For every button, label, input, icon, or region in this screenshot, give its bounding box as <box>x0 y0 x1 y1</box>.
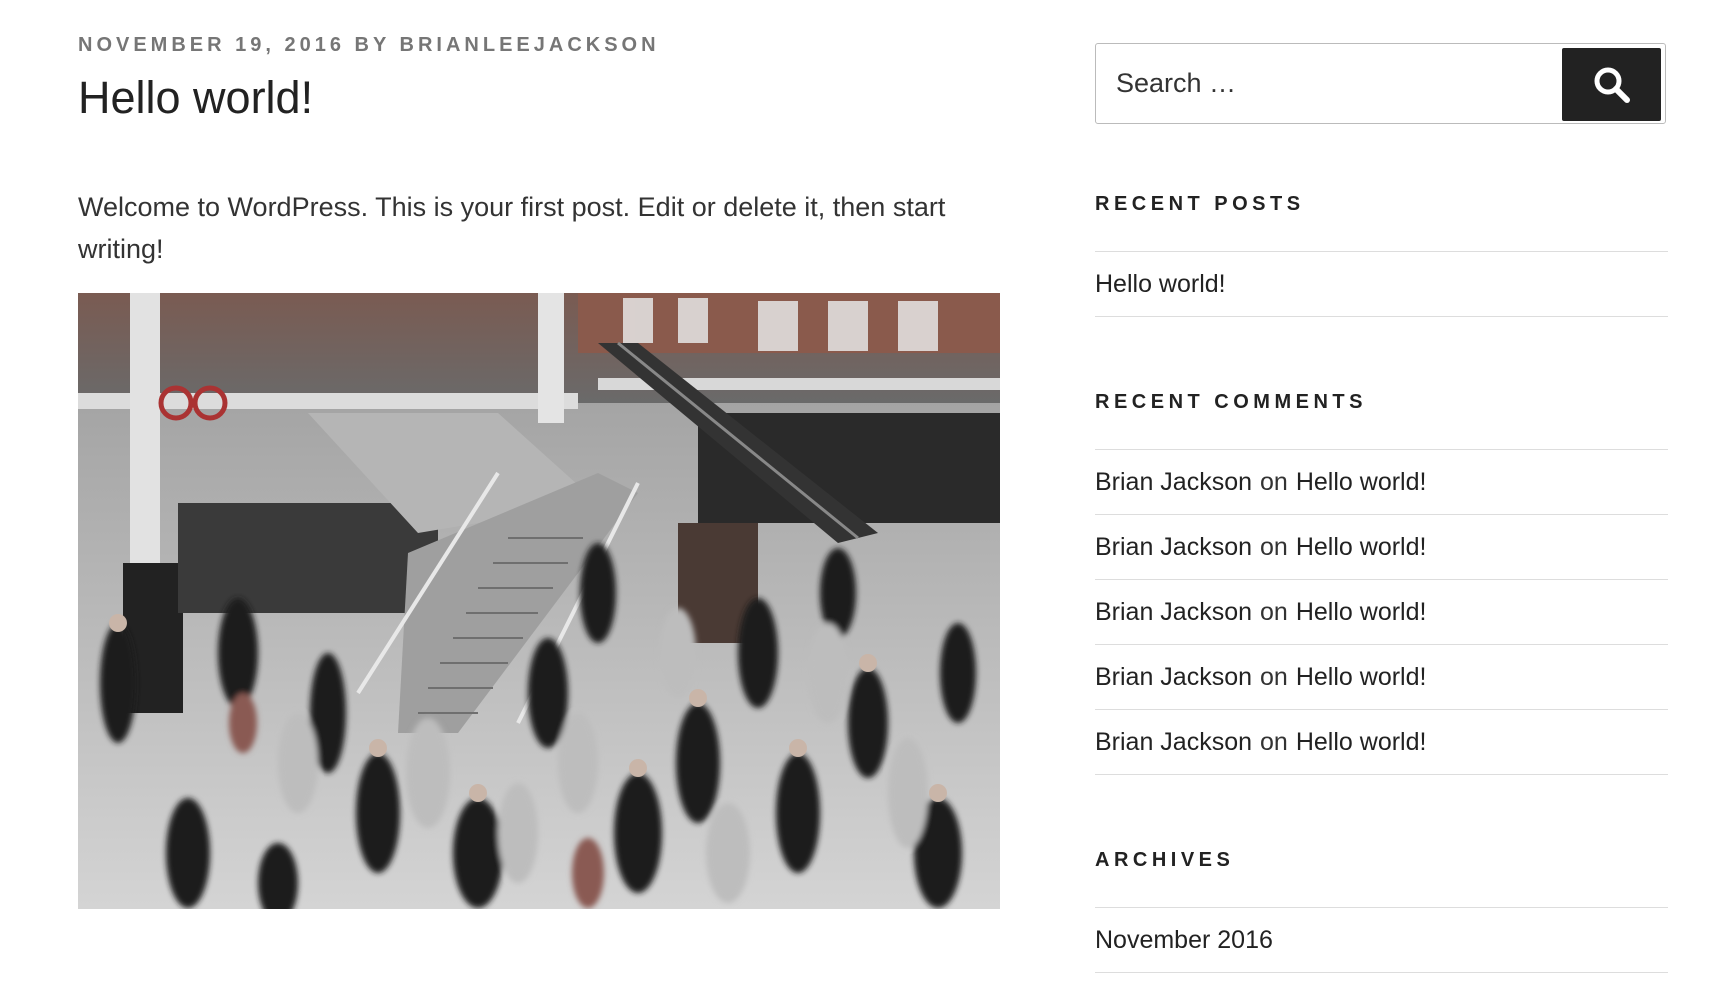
search-icon <box>1594 67 1630 103</box>
post-body: Welcome to WordPress. This is your first… <box>78 192 946 264</box>
search-button[interactable] <box>1562 48 1661 121</box>
list-item: November 2016 <box>1095 908 1668 973</box>
comment-post-link[interactable]: Hello world! <box>1296 598 1427 627</box>
list-item: Hello world! <box>1095 252 1668 317</box>
post-author-link[interactable]: brianleejackson <box>400 34 660 56</box>
comment-on-text: on <box>1260 532 1288 561</box>
comment-on-text: on <box>1260 662 1288 691</box>
comment-on-text: on <box>1260 597 1288 626</box>
archives-list: November 2016 <box>1095 907 1668 973</box>
post-date[interactable]: November 19, 2016 <box>78 34 345 56</box>
comment-on-text: on <box>1260 727 1288 756</box>
recent-posts-widget: Recent Posts Hello world! <box>1095 189 1668 317</box>
post-title: Hello world! <box>78 72 314 123</box>
sidebar: Recent Posts Hello world! Recent Comment… <box>1095 43 1668 973</box>
comment-post-link[interactable]: Hello world! <box>1296 663 1427 692</box>
comment-post-link[interactable]: Hello world! <box>1296 728 1427 757</box>
archives-title: Archives <box>1095 849 1235 871</box>
comment-on-text: on <box>1260 467 1288 496</box>
search-input[interactable] <box>1096 44 1556 123</box>
comment-author-link[interactable]: Brian Jackson <box>1095 468 1252 497</box>
recent-posts-title: Recent Posts <box>1095 193 1305 215</box>
recent-posts-list: Hello world! <box>1095 251 1668 317</box>
list-item: Brian Jackson on Hello world! <box>1095 515 1668 580</box>
comment-author-link[interactable]: Brian Jackson <box>1095 533 1252 562</box>
recent-comments-widget: Recent Comments Brian Jackson on Hello w… <box>1095 387 1668 775</box>
list-item: Brian Jackson on Hello world! <box>1095 645 1668 710</box>
archive-link[interactable]: November 2016 <box>1095 926 1273 955</box>
comment-author-link[interactable]: Brian Jackson <box>1095 598 1252 627</box>
comment-post-link[interactable]: Hello world! <box>1296 533 1427 562</box>
station-crowd-photo <box>78 293 1000 909</box>
recent-comments-list: Brian Jackson on Hello world! Brian Jack… <box>1095 449 1668 775</box>
list-item: Brian Jackson on Hello world! <box>1095 710 1668 775</box>
archives-widget: Archives November 2016 <box>1095 845 1668 973</box>
comment-author-link[interactable]: Brian Jackson <box>1095 663 1252 692</box>
post-meta-by: by <box>354 34 390 56</box>
list-item: Brian Jackson on Hello world! <box>1095 580 1668 645</box>
comment-author-link[interactable]: Brian Jackson <box>1095 728 1252 757</box>
list-item: Brian Jackson on Hello world! <box>1095 450 1668 515</box>
search-form <box>1095 43 1666 124</box>
post-article: November 19, 2016 by brianleejackson Hel… <box>78 30 1000 270</box>
post-featured-image <box>78 293 1000 909</box>
comment-post-link[interactable]: Hello world! <box>1296 468 1427 497</box>
recent-post-link[interactable]: Hello world! <box>1095 270 1226 299</box>
recent-comments-title: Recent Comments <box>1095 391 1367 413</box>
post-meta: November 19, 2016 by brianleejackson <box>78 30 1000 60</box>
